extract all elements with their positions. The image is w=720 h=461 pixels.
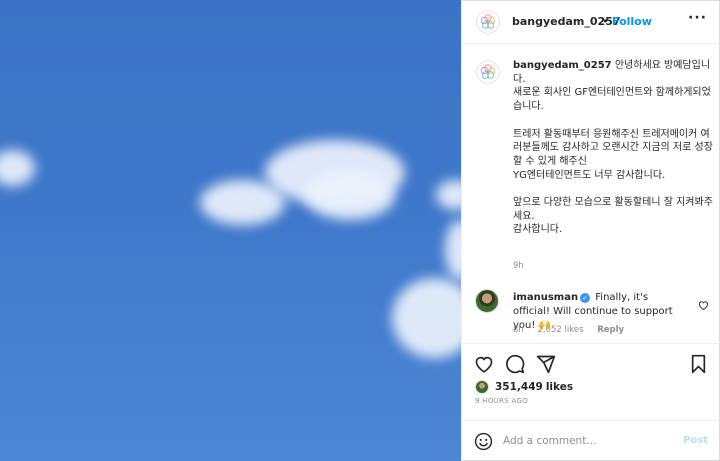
post-comment-button[interactable]: Post [683, 435, 708, 446]
commenter-avatar[interactable] [475, 289, 499, 313]
comment-like-heart-icon[interactable] [698, 295, 709, 314]
heart-icon[interactable] [474, 354, 494, 377]
cloud-7 [392, 278, 461, 358]
cloud-5 [436, 180, 461, 210]
flower-logo-icon [480, 64, 496, 79]
follow-button[interactable]: Follow [612, 15, 652, 28]
likes-row: 351,449 likes [475, 379, 573, 395]
comment-input[interactable] [503, 431, 673, 451]
post-header: bangyedam_0257 • Follow ··· [462, 0, 720, 44]
caption-text: 안녕하세요 방예담입니다. 새로운 회사인 GF엔터테인먼트와 함께하게되었습니… [513, 60, 713, 236]
caption-timestamp: 9h [513, 261, 524, 271]
more-options-icon[interactable]: ··· [688, 10, 707, 26]
flower-logo-icon [480, 14, 496, 29]
bookmark-icon[interactable] [690, 354, 707, 378]
comment-likes[interactable]: 2,052 likes [538, 325, 584, 335]
profile-avatar[interactable] [476, 10, 500, 34]
add-comment-bar: Post [461, 420, 720, 461]
likes-number: 351,449 [495, 381, 543, 393]
cloud-4 [305, 170, 395, 220]
share-icon[interactable] [536, 354, 556, 378]
header-separator: • [602, 15, 609, 28]
verified-badge-icon: ✓ [580, 293, 591, 303]
emoji-icon[interactable] [474, 432, 493, 455]
caption-username[interactable]: bangyedam_0257 [513, 60, 612, 71]
likes-word: likes [545, 381, 574, 393]
comment-timestamp: 8h [513, 325, 524, 335]
post-caption: bangyedam_0257 안녕하세요 방예담입니다. 새로운 회사인 GF엔… [513, 59, 713, 237]
caption-avatar[interactable] [476, 60, 500, 84]
liker-avatar[interactable] [475, 380, 489, 394]
likes-count[interactable]: 351,449 likes [495, 381, 573, 393]
post-photo[interactable] [0, 0, 461, 461]
reply-button[interactable]: Reply [597, 325, 624, 335]
action-bar [461, 343, 720, 383]
commenter-username[interactable]: imanusman [513, 292, 578, 303]
post-age: 9 HOURS AGO [475, 397, 529, 405]
cloud-1 [0, 150, 35, 186]
cloud-6 [445, 220, 461, 280]
comment-icon[interactable] [505, 354, 525, 378]
comment-meta: 8h 2,052 likes Reply [513, 325, 635, 335]
